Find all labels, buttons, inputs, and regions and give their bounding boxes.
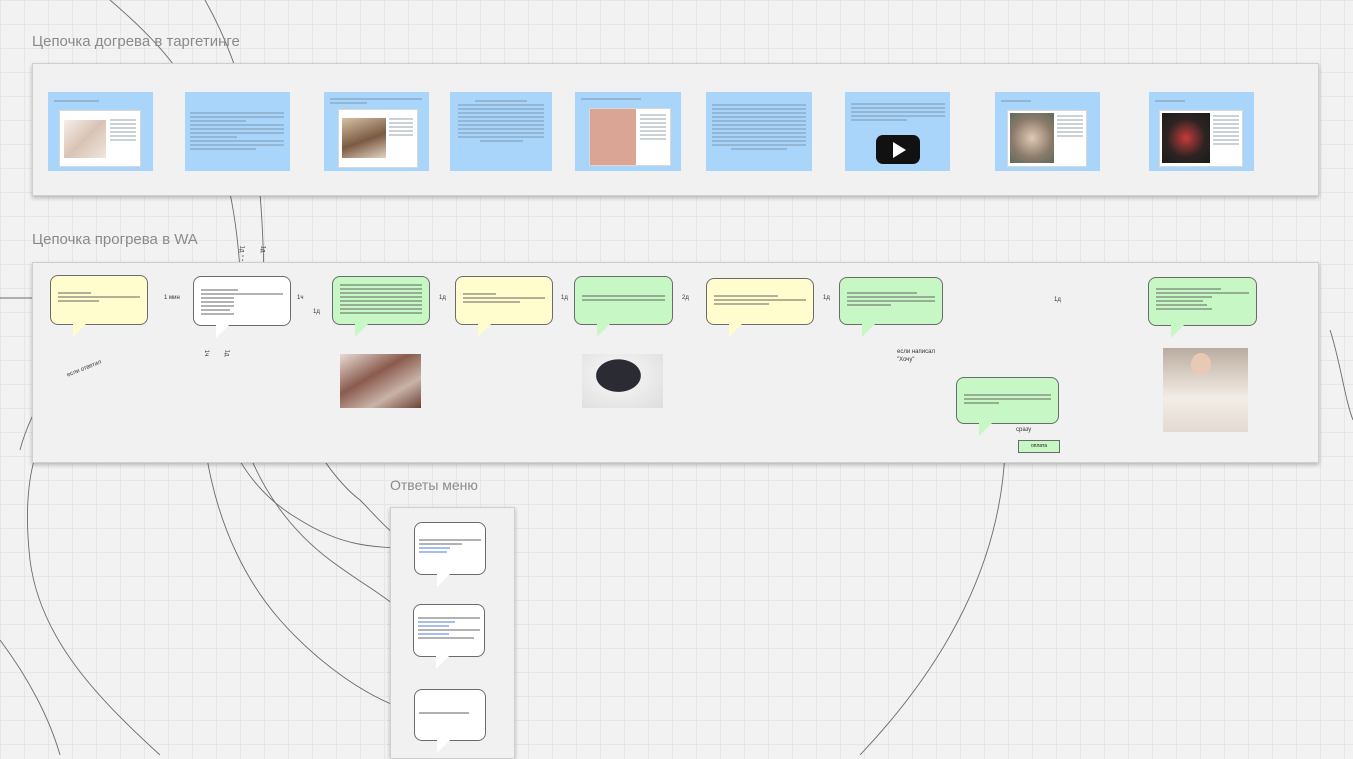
ad-screenshot <box>338 109 418 168</box>
play-icon[interactable] <box>876 135 920 164</box>
edge-label: 1ч <box>203 349 210 357</box>
ad-card-8[interactable] <box>995 92 1100 171</box>
menu-answer-bubble-1[interactable] <box>414 522 486 587</box>
menu-answer-bubble-2[interactable] <box>413 604 485 669</box>
model-photo <box>1163 348 1248 432</box>
ad-photo <box>590 109 636 165</box>
section-title-targeting: Цепочка догрева в таргетинге <box>32 33 240 50</box>
ad-card-9[interactable] <box>1149 92 1254 171</box>
product-photo <box>582 354 663 408</box>
ad-card-2[interactable] <box>185 92 290 171</box>
ad-card-6[interactable] <box>706 92 812 171</box>
ad-card-1[interactable] <box>48 92 153 171</box>
connector-line <box>1329 329 1353 421</box>
edge-label: 1 мин <box>164 295 180 301</box>
message-bubble-7[interactable] <box>839 277 943 337</box>
payment-tag[interactable]: оплата <box>1018 440 1060 453</box>
menu-answer-bubble-3[interactable] <box>414 689 486 753</box>
edge-label: сразу <box>1016 427 1032 433</box>
edge-label: 1д <box>439 295 446 301</box>
ad-photo <box>1010 113 1054 163</box>
message-bubble-5[interactable] <box>574 276 673 337</box>
message-bubble-3[interactable] <box>332 276 430 337</box>
ad-card-5[interactable] <box>575 92 681 171</box>
product-photo <box>340 354 421 408</box>
connector-line <box>859 451 1006 755</box>
section-title-wa: Цепочка прогрева в WA <box>32 231 198 248</box>
targeting-frame[interactable] <box>32 63 1319 196</box>
ad-screenshot <box>589 108 671 166</box>
edge-label: 1д <box>223 349 230 357</box>
message-bubble-6[interactable] <box>706 278 814 337</box>
edge-label: 2д <box>682 295 689 301</box>
ad-card-3[interactable] <box>324 92 429 171</box>
model-face <box>1191 353 1211 375</box>
edge-label: 1д <box>259 245 266 253</box>
ad-photo <box>1162 113 1210 163</box>
ad-screenshot <box>1007 110 1087 167</box>
ad-photo <box>64 120 106 158</box>
ad-screenshot <box>1159 110 1243 167</box>
ad-screenshot <box>59 110 141 167</box>
message-bubble-1[interactable] <box>50 275 148 337</box>
message-bubble-4[interactable] <box>455 276 553 337</box>
edge-label: 1д <box>823 295 830 301</box>
message-bubble-8[interactable] <box>1148 277 1257 338</box>
message-bubble-menu[interactable] <box>193 276 291 338</box>
edge-label: 1д <box>561 295 568 301</box>
edge-label: если написал "Хочу" <box>897 349 935 363</box>
section-title-menu: Ответы меню <box>390 477 478 493</box>
edge-label: 1д <box>313 309 320 315</box>
ad-card-video[interactable] <box>845 92 950 171</box>
ad-card-4[interactable] <box>450 92 552 171</box>
ad-photo <box>342 118 386 158</box>
message-bubble-9[interactable] <box>956 377 1059 436</box>
edge-label: 1ч <box>297 295 304 301</box>
edge-label: 1д <box>238 245 245 253</box>
edge-label: 1д <box>1054 297 1061 303</box>
connector-line <box>0 639 61 755</box>
